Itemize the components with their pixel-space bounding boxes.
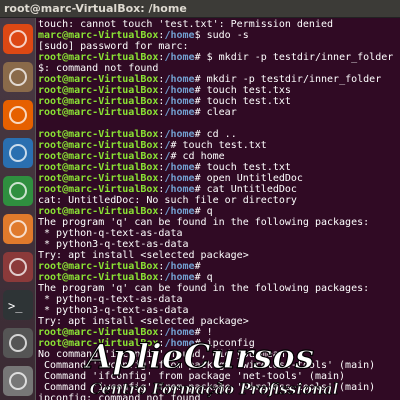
terminal-prompt-line: root@marc-VirtualBox:/home# cd .. <box>38 129 237 140</box>
terminal-prompt-line: root@marc-VirtualBox:/home# touch test.t… <box>38 85 291 96</box>
ubuntu-dash-icon[interactable] <box>3 24 33 54</box>
terminal-prompt-line: root@marc-VirtualBox:/home# mkdir -p tes… <box>38 74 382 85</box>
terminal-prompt-line: root@marc-VirtualBox:/home# q <box>38 206 213 217</box>
writer-icon[interactable] <box>3 138 33 168</box>
terminal-prompt-line: root@marc-VirtualBox:/home# q <box>38 272 213 283</box>
terminal-output-line: Try: apt install <selected package> <box>38 316 249 327</box>
terminal-prompt-line: root@marc-VirtualBox:/# cd home <box>38 151 225 162</box>
terminal-output-line: Command 'iwconfig' from package 'wireles… <box>38 360 376 371</box>
terminal-prompt-line: root@marc-VirtualBox:/home# open Untitle… <box>38 173 303 184</box>
firefox-icon[interactable] <box>3 100 33 130</box>
terminal-output-line: Command 'ifconfig' from package 'net-too… <box>38 371 346 382</box>
terminal-output-line: * python3-q-text-as-data <box>38 239 189 250</box>
terminal-output-line: The program 'q' can be found in the foll… <box>38 217 370 228</box>
software-center-icon[interactable] <box>3 214 33 244</box>
system-settings-icon[interactable] <box>3 252 33 282</box>
terminal-output-line: [sudo] password for marc: <box>38 41 189 52</box>
launcher: >_ <box>0 18 36 400</box>
terminal-output-line: * python-q-text-as-data <box>38 228 183 239</box>
terminal-output-line: cat: UntitledDoc: No such file or direct… <box>38 195 297 206</box>
files-icon[interactable] <box>3 62 33 92</box>
terminal-output-line: ipconfig: command not found <box>38 393 201 400</box>
terminal-output-line: * python-q-text-as-data <box>38 294 183 305</box>
terminal-prompt-line: root@marc-VirtualBox:/# touch test.txt <box>38 140 267 151</box>
terminal-output-line: Try: apt install <selected package> <box>38 250 249 261</box>
terminal-prompt-line: root@marc-VirtualBox:/home# cat Untitled… <box>38 184 297 195</box>
workspaces-icon[interactable] <box>3 328 33 358</box>
window-title: root@marc-VirtualBox: /home <box>4 2 187 15</box>
calc-icon[interactable] <box>3 176 33 206</box>
terminal-output[interactable]: touch: cannot touch 'test.txt': Permissi… <box>36 18 400 400</box>
terminal-prompt-line: marc@marc-VirtualBox:/home$ sudo -s <box>38 30 249 41</box>
terminal-prompt-line: root@marc-VirtualBox:/home# <box>38 261 201 272</box>
terminal-output-line: No command 'ipconfig' found, did you mea… <box>38 349 291 360</box>
terminal-output-line: The program 'q' can be found in the foll… <box>38 283 370 294</box>
terminal-prompt-line: root@marc-VirtualBox:/home# clear <box>38 107 237 118</box>
svg-text:>_: >_ <box>8 299 23 313</box>
terminal-output-line: $: command not found <box>38 63 159 74</box>
terminal-prompt-line: root@marc-VirtualBox:/home# ! <box>38 327 213 338</box>
terminal-prompt-line: root@marc-VirtualBox:/home# ipconfig <box>38 338 255 349</box>
terminal-prompt-line: root@marc-VirtualBox:/home# touch test.t… <box>38 162 291 173</box>
terminal-prompt-line: root@marc-VirtualBox:/home# touch test.t… <box>38 96 291 107</box>
terminal-output-line: * python3-q-text-as-data <box>38 305 189 316</box>
terminal-icon[interactable]: >_ <box>3 290 33 320</box>
terminal-prompt-line: root@marc-VirtualBox:/home# $ mkdir -p t… <box>38 52 394 63</box>
window-titlebar[interactable]: root@marc-VirtualBox: /home <box>0 0 400 18</box>
terminal-output-line: touch: cannot touch 'test.txt': Permissi… <box>38 19 334 30</box>
trash-icon[interactable] <box>3 366 33 396</box>
terminal-output-line: Command 'iwconfig' from package 'wireles… <box>38 382 376 393</box>
